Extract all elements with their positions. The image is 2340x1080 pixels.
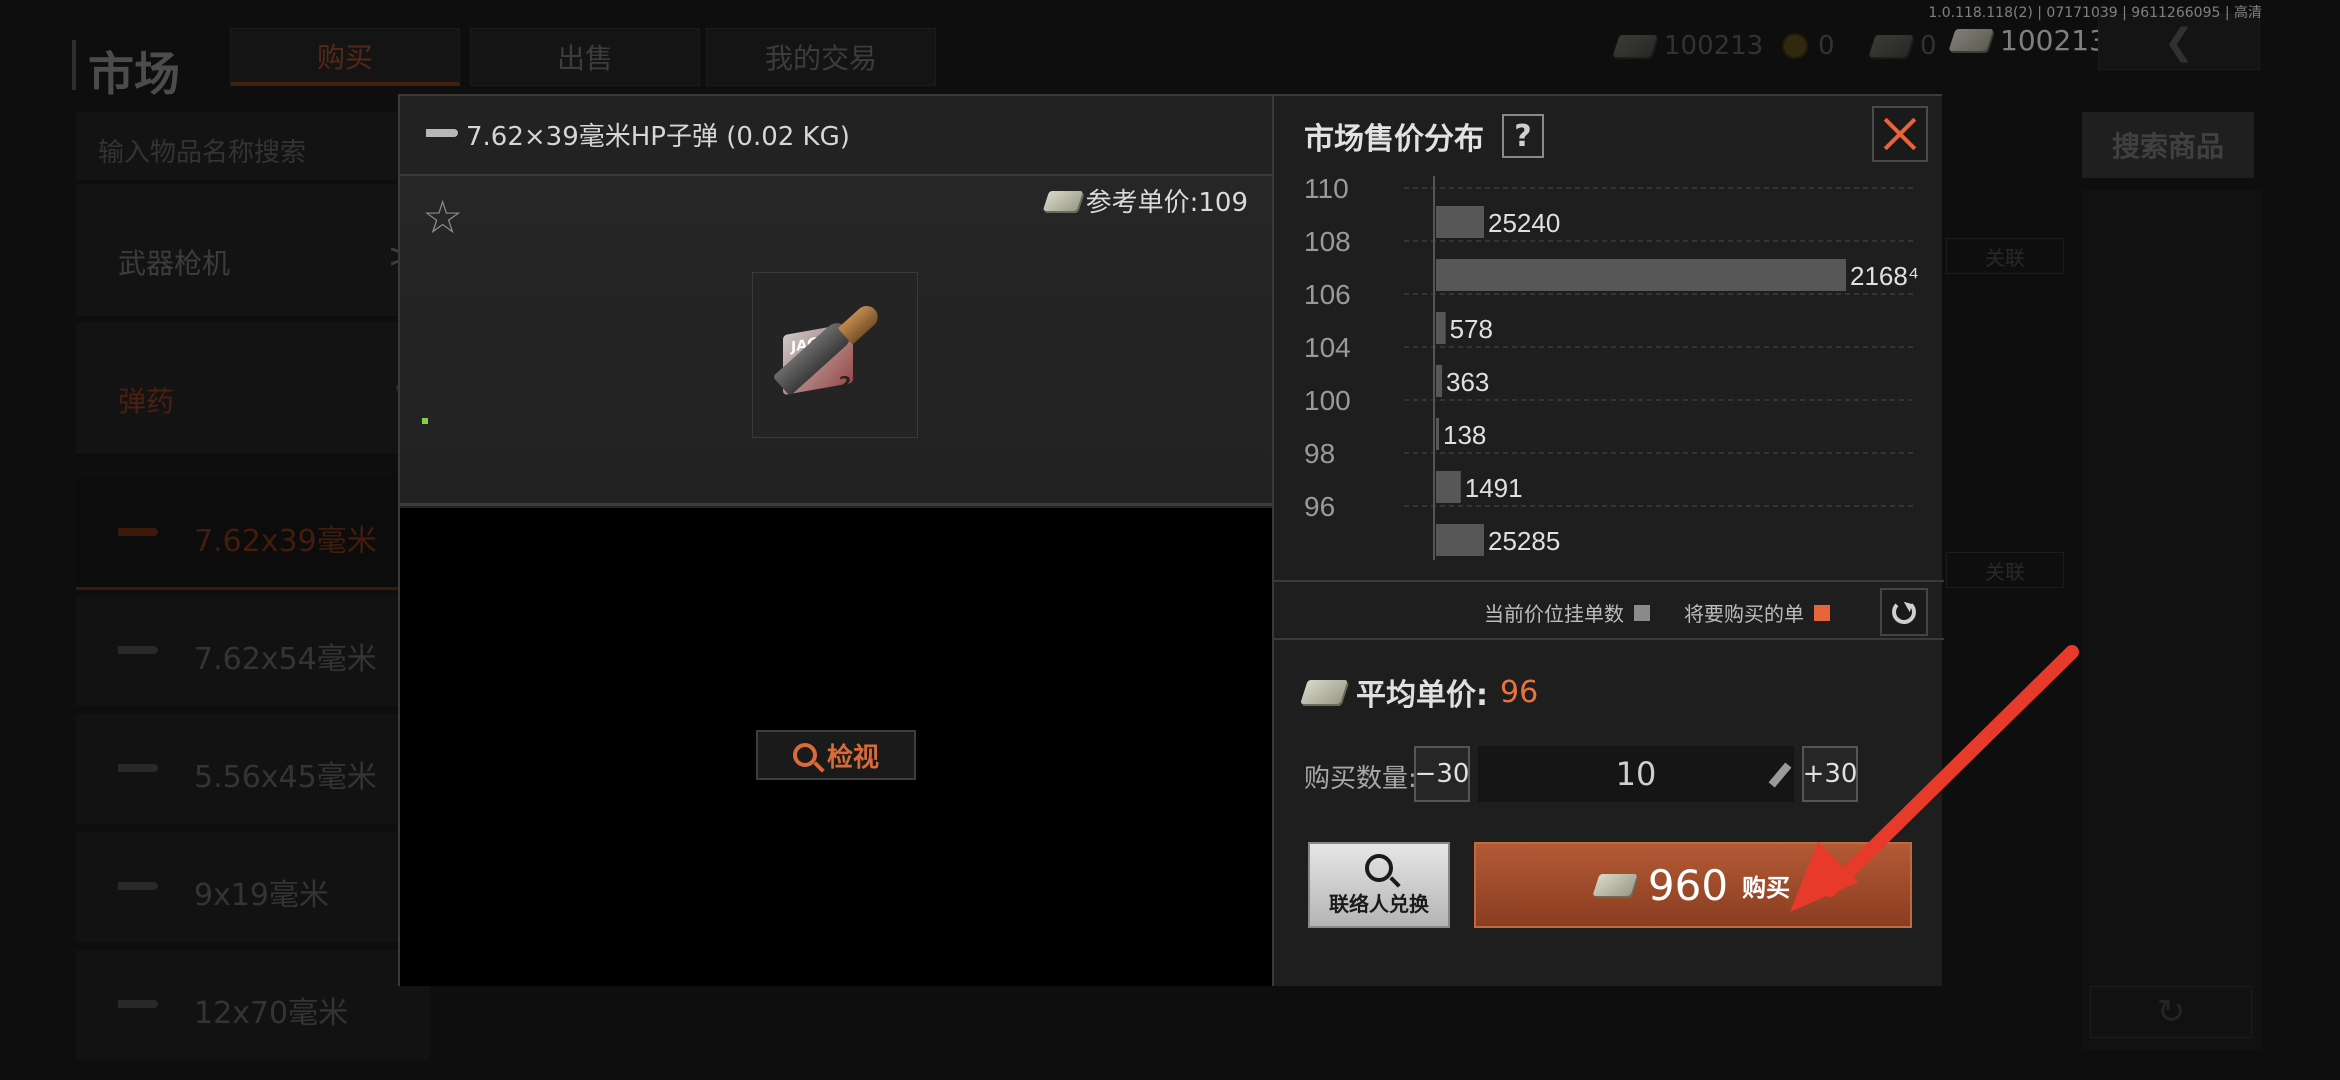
price-bar <box>1436 365 1443 397</box>
magnifier-icon <box>792 743 817 767</box>
contact-exchange-button[interactable]: 联络人兑换 <box>1308 842 1450 928</box>
refresh-button[interactable] <box>1880 588 1928 636</box>
y-tick-label: 104 <box>1304 332 1351 363</box>
y-tick-label: 110 <box>1304 176 1349 204</box>
reference-price-text: 参考单价:109 <box>1085 188 1248 218</box>
market-pane: 市场售价分布 ? 110 108 106 104 100 98 96 25240 2168⁴ 57… <box>1272 96 1944 986</box>
distribution-title-text: 市场售价分布 <box>1304 122 1484 157</box>
bullet-icon <box>426 129 458 137</box>
item-title: 7.62×39毫米HP子弹 (0.02 KG) <box>466 122 850 152</box>
bar-value-label: 138 <box>1443 420 1486 450</box>
market-screen: 市场 购买 出售 我的交易 输入物品名称搜索 武器枪机 > 弹药 ∨ 7.62x… <box>0 0 2340 1080</box>
close-icon <box>1883 117 1917 151</box>
item-thumbnail: JAG 2 <box>752 272 918 438</box>
pencil-icon <box>1768 762 1792 788</box>
quantity-minus-button[interactable]: −30 <box>1414 746 1470 802</box>
y-tick-label: 96 <box>1304 491 1335 522</box>
item-pane: 7.62×39毫米HP子弹 (0.02 KG) ☆ 参考单价:109 JAG 2 <box>400 96 1272 986</box>
bar-value-label: 1491 <box>1465 473 1523 503</box>
quantity-label: 购买数量: <box>1304 764 1417 794</box>
average-price: 平均单价: 96 <box>1300 670 1539 714</box>
legend-current-label: 当前价位挂单数 <box>1484 602 1624 626</box>
price-bar <box>1436 312 1446 344</box>
y-tick-label: 108 <box>1304 226 1351 257</box>
bar-value-label: 2168⁴ <box>1850 261 1919 291</box>
legend-current-swatch <box>1634 604 1650 621</box>
price-bar <box>1436 524 1484 556</box>
item-header: 7.62×39毫米HP子弹 (0.02 KG) <box>400 96 1272 176</box>
cash-icon <box>1300 680 1348 704</box>
contact-exchange-label: 联络人兑换 <box>1329 891 1429 916</box>
inspect-button[interactable]: 检视 <box>756 730 916 780</box>
legend-current: 当前价位挂单数 <box>1484 598 1650 627</box>
y-tick-label: 106 <box>1304 279 1351 310</box>
legend-buy-swatch <box>1814 604 1830 621</box>
chart-legend: 当前价位挂单数 将要购买的单 <box>1274 580 1944 640</box>
buy-amount: 960 <box>1647 860 1729 910</box>
bar-value-label: 25240 <box>1488 208 1560 238</box>
ammo-box-number: 2 <box>839 373 852 394</box>
quantity-plus-button[interactable]: +30 <box>1802 746 1858 802</box>
help-icon[interactable]: ? <box>1502 114 1544 158</box>
reference-price: 参考单价:109 <box>1042 182 1248 219</box>
y-tick-label: 98 <box>1304 438 1335 469</box>
average-price-label: 平均单价: <box>1356 678 1488 713</box>
y-tick-label: 100 <box>1304 385 1351 416</box>
price-bar <box>1436 206 1484 238</box>
cash-icon <box>1042 190 1083 211</box>
quantity-value: 10 <box>1615 755 1657 793</box>
legend-buy: 将要购买的单 <box>1684 598 1830 627</box>
price-bar <box>1436 259 1846 291</box>
inspect-label: 检视 <box>826 742 879 773</box>
purchase-dialog: 7.62×39毫米HP子弹 (0.02 KG) ☆ 参考单价:109 JAG 2 <box>398 94 1944 986</box>
bar-value-label: 363 <box>1446 367 1489 397</box>
item-info: ☆ 参考单价:109 JAG 2 <box>400 176 1272 506</box>
price-bar <box>1436 471 1461 503</box>
buy-button[interactable]: 960 购买 <box>1474 842 1912 928</box>
price-bar <box>1436 418 1439 450</box>
item-preview: 检视 <box>400 508 1272 986</box>
quantity-input[interactable]: 10 <box>1478 746 1794 802</box>
close-button[interactable] <box>1872 106 1928 162</box>
refresh-icon <box>1892 600 1916 624</box>
favorite-star-icon[interactable]: ☆ <box>422 190 463 244</box>
bar-value-label: 578 <box>1450 314 1493 344</box>
status-dot <box>422 418 428 424</box>
legend-buy-label: 将要购买的单 <box>1684 602 1804 626</box>
chart-svg: 110 108 106 104 100 98 96 25240 2168⁴ 578 363 138 14… <box>1304 176 1919 560</box>
average-price-value: 96 <box>1500 674 1539 710</box>
bar-value-label: 25285 <box>1488 526 1560 556</box>
magnifier-icon <box>1365 853 1393 882</box>
cash-icon <box>1592 874 1638 896</box>
price-distribution-chart[interactable]: 110 108 106 104 100 98 96 25240 2168⁴ 578 363 138 14… <box>1274 176 1944 560</box>
distribution-title: 市场售价分布 ? <box>1304 114 1544 158</box>
buy-label: 购买 <box>1742 873 1791 902</box>
